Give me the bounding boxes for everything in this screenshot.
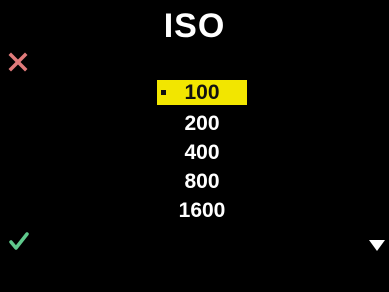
iso-option-1600[interactable]: 1600 (157, 196, 247, 225)
confirm-button[interactable] (8, 230, 30, 252)
iso-option-100[interactable]: 100 (157, 80, 247, 105)
iso-option-label: 400 (184, 141, 220, 164)
iso-option-label: 200 (184, 112, 220, 135)
page-title: ISO (163, 7, 226, 45)
iso-option-label: 1600 (178, 199, 226, 222)
iso-option-400[interactable]: 400 (157, 138, 247, 167)
chevron-down-icon (369, 240, 385, 251)
iso-option-label: 100 (184, 81, 220, 104)
x-icon (8, 52, 28, 72)
selected-marker (161, 90, 166, 95)
check-icon (9, 232, 29, 250)
iso-menu-screen: ISO 100 200 400 800 1600 (0, 0, 389, 292)
iso-option-800[interactable]: 800 (157, 167, 247, 196)
iso-option-list: 100 200 400 800 1600 (157, 80, 247, 225)
iso-option-200[interactable]: 200 (157, 109, 247, 138)
iso-option-label: 800 (184, 170, 220, 193)
scroll-down-button[interactable] (368, 238, 386, 252)
cancel-button[interactable] (8, 52, 28, 72)
